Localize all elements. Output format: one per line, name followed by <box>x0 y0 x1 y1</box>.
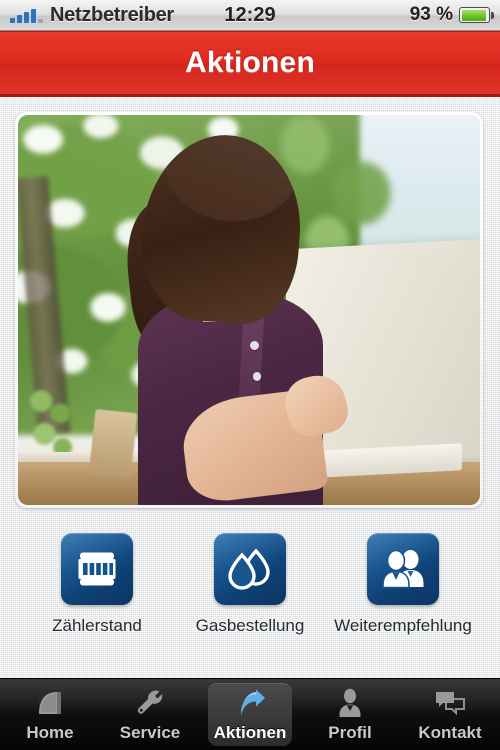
action-tile-weiterempfehlung[interactable]: Weiterempfehlung <box>334 533 472 636</box>
carrier-label: Netzbetreiber <box>50 4 174 26</box>
meter-icon <box>61 533 133 605</box>
action-tile-label: Zählerstand <box>52 616 142 635</box>
tab-label: Service <box>119 723 181 742</box>
two-people-icon <box>367 533 439 605</box>
tab-kontakt[interactable]: Kontakt <box>400 679 500 750</box>
app-screen: Netzbetreiber 12:29 93 % Aktionen Zähler… <box>0 0 500 750</box>
status-bar: Netzbetreiber 12:29 93 % <box>0 0 500 31</box>
tab-profil[interactable]: Profil <box>300 679 400 750</box>
action-tile-label: Gasbestellung <box>195 616 305 635</box>
tab-label: Kontakt <box>418 723 482 742</box>
tab-aktionen[interactable]: Aktionen <box>200 679 300 750</box>
tab-label: Profil <box>328 723 372 742</box>
navigation-header: Aktionen <box>0 31 500 97</box>
status-bar-right: 93 % <box>409 4 494 26</box>
tab-label: Home <box>26 723 74 742</box>
signal-bars-icon <box>10 9 43 25</box>
hero-image <box>18 115 480 505</box>
photo-shirt-button <box>249 341 259 351</box>
tab-label: Aktionen <box>213 723 287 742</box>
battery-percent-label: 93 % <box>409 4 453 25</box>
wrench-icon <box>135 686 165 720</box>
action-tile-gasbestellung[interactable]: Gasbestellung <box>196 533 304 636</box>
page-title: Aktionen <box>185 46 315 79</box>
water-drops-icon <box>214 533 286 605</box>
status-bar-left: Netzbetreiber <box>10 5 174 25</box>
arrow-icon <box>234 686 266 720</box>
hero-image-frame[interactable] <box>15 112 483 508</box>
person-icon <box>336 686 364 720</box>
chat-icon <box>434 686 466 720</box>
tab-home[interactable]: Home <box>0 679 100 750</box>
action-tiles: Zählerstand Gasbestellung Weiterempfehlu… <box>0 533 500 636</box>
tab-bar: Home Service Aktionen Profil Kontakt <box>0 678 500 750</box>
battery-icon <box>459 7 494 23</box>
action-tile-label: Weiterempfehlung <box>334 616 472 635</box>
home-icon <box>35 686 65 720</box>
tab-service[interactable]: Service <box>100 679 200 750</box>
action-tile-zaehlerstand[interactable]: Zählerstand <box>43 533 151 636</box>
photo-chair <box>88 409 137 480</box>
